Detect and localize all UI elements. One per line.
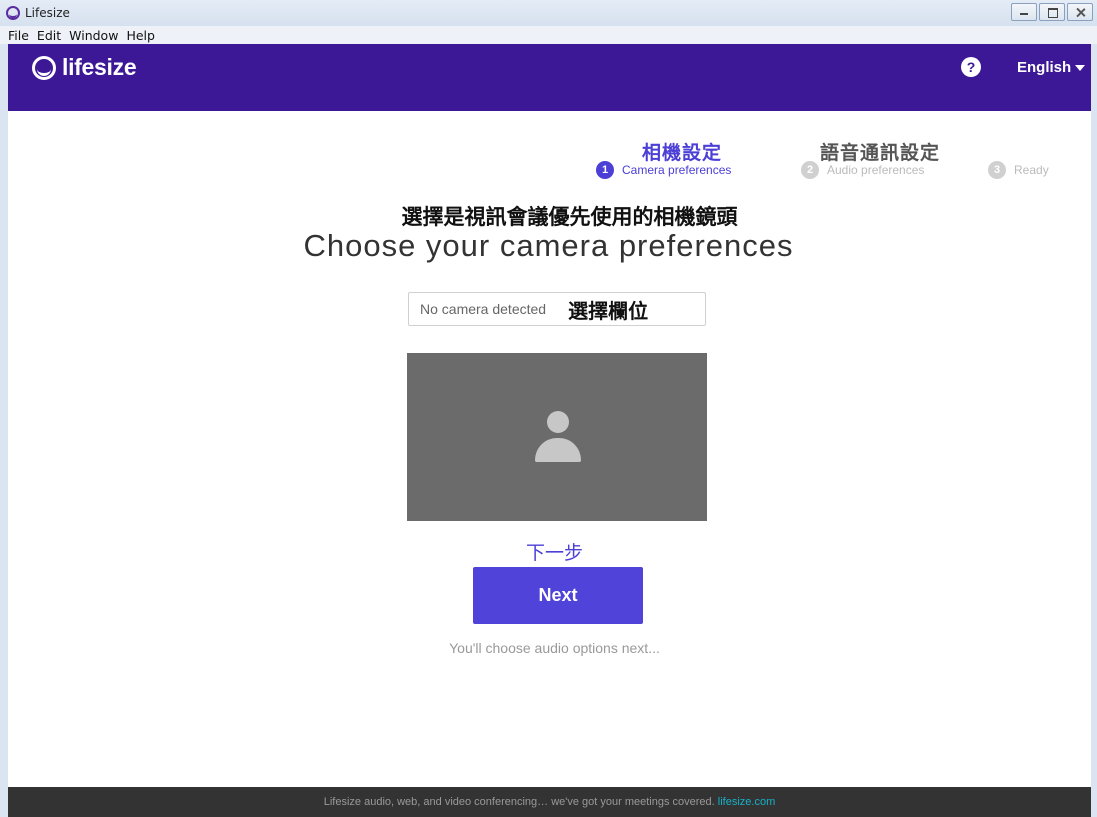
- lifesize-logo: lifesize: [32, 54, 137, 81]
- step-camera-preferences: 1 Camera preferences: [596, 161, 731, 179]
- person-icon: [535, 411, 581, 463]
- next-button[interactable]: Next: [473, 567, 643, 624]
- footer: Lifesize audio, web, and video conferenc…: [8, 787, 1091, 817]
- step-label: Ready: [1014, 163, 1049, 177]
- menu-help[interactable]: Help: [122, 28, 159, 43]
- menu-window[interactable]: Window: [65, 28, 122, 43]
- window-title: Lifesize: [25, 6, 70, 20]
- title-bar[interactable]: Lifesize: [0, 0, 1097, 26]
- menu-file[interactable]: File: [4, 28, 33, 43]
- footer-link[interactable]: lifesize.com: [718, 796, 775, 808]
- cjk-heading: 選擇是視訊會議優先使用的相機鏡頭: [401, 205, 738, 229]
- step-ready: 3 Ready: [988, 161, 1049, 179]
- step-number-badge: 2: [801, 161, 819, 179]
- step-number-badge: 3: [988, 161, 1006, 179]
- language-dropdown[interactable]: English: [1017, 59, 1086, 76]
- menu-bar: File Edit Window Help: [0, 26, 1097, 44]
- step-label: Camera preferences: [622, 163, 732, 177]
- window-controls: [1011, 3, 1093, 21]
- logo-text: lifesize: [62, 54, 137, 80]
- page-title: Choose your camera preferences: [303, 228, 794, 263]
- menu-edit[interactable]: Edit: [33, 28, 65, 43]
- footer-text: Lifesize audio, web, and video conferenc…: [323, 796, 715, 808]
- chevron-down-icon: [1075, 65, 1086, 72]
- step-label: Audio preferences: [827, 163, 925, 177]
- maximize-button[interactable]: [1039, 3, 1065, 21]
- camera-select-cjk-label: 選擇欄位: [568, 298, 649, 323]
- camera-preview: [407, 353, 707, 521]
- app-header: lifesize ? English: [8, 44, 1091, 111]
- step-number-badge: 1: [596, 161, 614, 179]
- language-label: English: [1017, 59, 1072, 76]
- step-audio-preferences: 2 Audio preferences: [801, 161, 924, 179]
- lifesize-logo-icon: [32, 55, 56, 80]
- minimize-button[interactable]: [1011, 3, 1037, 21]
- lifesize-app-icon: [6, 6, 20, 20]
- camera-select-value: No camera detected: [420, 301, 547, 317]
- next-hint: You'll choose audio options next...: [449, 640, 660, 656]
- help-icon[interactable]: ?: [961, 57, 981, 77]
- close-button[interactable]: [1067, 3, 1093, 21]
- next-cjk-label: 下一步: [525, 542, 583, 564]
- camera-select[interactable]: No camera detected 選擇欄位: [408, 292, 706, 326]
